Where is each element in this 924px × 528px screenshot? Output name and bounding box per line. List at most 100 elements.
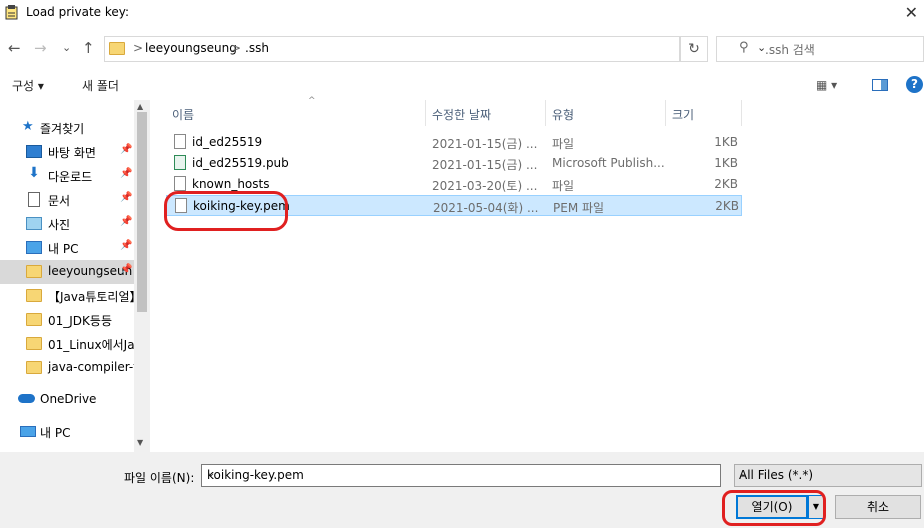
sidebar-item-label: OneDrive — [40, 392, 97, 406]
pin-icon[interactable]: 📌 — [120, 168, 132, 179]
folder-icon — [26, 313, 42, 326]
sidebar-item-onedrive[interactable]: OneDrive — [0, 388, 134, 412]
column-header-label: 유형 — [552, 108, 575, 122]
command-toolbar: 구성 ▾ 새 폴더 ▦ ▾ ? — [0, 68, 924, 100]
publisher-file-icon — [174, 155, 186, 170]
pin-icon[interactable]: 📌 — [120, 216, 132, 227]
column-header-name[interactable]: 이름 ^ — [166, 96, 426, 126]
up-arrow-icon[interactable]: ↑ — [82, 38, 95, 58]
pin-icon[interactable]: 📌 — [120, 144, 132, 155]
filename-field[interactable]: koiking-key.pem ⌄ — [201, 464, 721, 487]
file-size: 2KB — [714, 177, 738, 191]
file-size: 2KB — [715, 199, 739, 213]
folder-icon — [26, 337, 42, 350]
column-header-size[interactable]: 크기 — [666, 100, 742, 126]
column-header-type[interactable]: 유형 — [546, 100, 666, 126]
file-size: 1KB — [714, 156, 738, 170]
column-header-date[interactable]: 수정한 날짜 — [426, 100, 546, 126]
pin-icon[interactable]: 📌 — [120, 264, 132, 275]
file-type: 파일 — [552, 137, 575, 151]
forward-arrow-icon[interactable]: → — [34, 38, 47, 58]
sidebar-item-label: 바탕 화면 — [48, 146, 96, 160]
search-icon: ⚲ — [739, 40, 749, 55]
close-icon[interactable]: ✕ — [905, 3, 918, 22]
file-icon — [174, 176, 186, 191]
file-name: known_hosts — [192, 177, 270, 191]
file-date: 2021-03-20(토) ... — [432, 179, 538, 193]
search-input[interactable]: .ssh 검색 — [765, 41, 815, 58]
file-type-filter[interactable]: All Files (*.*) ⌄ — [734, 464, 922, 487]
breadcrumb-separator[interactable]: > — [231, 41, 241, 55]
sidebar-item-label: 사진 — [48, 218, 71, 232]
sidebar-item-label: 문서 — [48, 194, 71, 208]
file-row[interactable]: id_ed25519 2021-01-15(금) ... 파일 1KB — [166, 132, 742, 153]
organize-button[interactable]: 구성 ▾ — [12, 77, 44, 94]
folder-icon — [26, 265, 42, 278]
file-row[interactable]: id_ed25519.pub 2021-01-15(금) ... Microso… — [166, 153, 742, 174]
star-icon: ★ — [22, 119, 34, 134]
breadcrumb-leeyoungseung[interactable]: leeyoungseung — [145, 41, 237, 55]
scroll-down-icon[interactable]: ▼ — [137, 438, 143, 447]
file-date: 2021-01-15(금) ... — [432, 158, 538, 172]
sidebar-item-java-tutorial[interactable]: 【Java튜토리얼】 — [0, 284, 134, 308]
sidebar-item-java-compiler[interactable]: java-compiler-te — [0, 356, 134, 380]
sort-ascending-icon: ^ — [308, 96, 316, 106]
column-header-label: 이름 — [172, 108, 195, 122]
column-header-label: 수정한 날짜 — [432, 108, 492, 122]
cancel-button[interactable]: 취소 — [835, 495, 921, 519]
folder-icon — [26, 361, 42, 374]
sidebar-item-pictures[interactable]: 사진 📌 — [0, 212, 134, 236]
new-folder-button[interactable]: 새 폴더 — [82, 77, 119, 94]
pc-icon — [26, 241, 42, 254]
scroll-up-icon[interactable]: ▲ — [137, 102, 143, 111]
sidebar-item-downloads[interactable]: ⬇ 다운로드 📌 — [0, 164, 134, 188]
breadcrumb-ssh[interactable]: .ssh — [245, 41, 269, 55]
sidebar-item-documents[interactable]: 문서 📌 — [0, 188, 134, 212]
help-icon[interactable]: ? — [906, 76, 923, 93]
chevron-down-icon[interactable]: ⌄ — [207, 468, 716, 479]
breadcrumb-separator[interactable]: > — [133, 41, 143, 55]
scrollbar-thumb[interactable] — [137, 112, 147, 312]
sidebar-item-linux-java[interactable]: 01_Linux에서Jav — [0, 332, 134, 356]
pin-icon[interactable]: 📌 — [120, 192, 132, 203]
change-view-icon[interactable]: ▦ ▾ — [816, 78, 837, 92]
sidebar-item-quick-access[interactable]: ★ 즐겨찾기 — [0, 116, 134, 140]
filename-label: 파일 이름(N): — [124, 471, 195, 485]
column-header-label: 크기 — [672, 108, 695, 122]
download-icon: ⬇ — [28, 165, 40, 181]
file-type: PEM 파일 — [553, 201, 605, 215]
sidebar-item-leeyoungseung[interactable]: leeyoungseun 📌 — [0, 260, 134, 284]
cloud-icon — [18, 394, 35, 403]
document-icon — [28, 192, 40, 207]
file-date: 2021-01-15(금) ... — [432, 137, 538, 151]
chevron-down-icon[interactable]: ⌄ — [739, 468, 917, 479]
pictures-icon — [26, 217, 42, 230]
file-name: id_ed25519.pub — [192, 156, 289, 170]
sidebar-item-label: 내 PC — [40, 426, 71, 440]
back-arrow-icon[interactable]: ← — [8, 38, 21, 58]
sidebar-item-label: 01_Linux에서Jav — [48, 338, 134, 352]
sidebar-item-desktop[interactable]: 바탕 화면 📌 — [0, 140, 134, 164]
window-title: Load private key: — [26, 5, 130, 19]
navigation-bar: ← → ⌄ ↑ > leeyoungseung > .ssh ⌄ ↻ ⚲ .ss… — [0, 30, 924, 66]
sidebar-scrollbar[interactable]: ▲ ▼ — [134, 100, 150, 452]
pin-icon[interactable]: 📌 — [120, 240, 132, 251]
refresh-button[interactable]: ↻ — [680, 36, 708, 62]
preview-pane-icon[interactable] — [872, 79, 888, 91]
file-list: 이름 ^ 수정한 날짜 유형 크기 id_ed25519 2021-01-15(… — [150, 96, 924, 452]
sidebar-item-label: 【Java튜토리얼】 — [48, 290, 134, 304]
folder-icon — [26, 289, 42, 302]
sidebar-item-this-pc-pinned[interactable]: 내 PC 📌 — [0, 236, 134, 260]
recent-locations-icon[interactable]: ⌄ — [62, 38, 71, 58]
sidebar-item-jdk[interactable]: 01_JDK등등 — [0, 308, 134, 332]
sidebar-item-this-pc[interactable]: 내 PC — [0, 420, 134, 444]
desktop-icon — [26, 145, 42, 158]
file-icon — [174, 134, 186, 149]
file-type: 파일 — [552, 179, 575, 193]
search-box[interactable]: ⚲ .ssh 검색 — [716, 36, 924, 62]
sidebar-item-label: 내 PC — [48, 242, 79, 256]
file-size: 1KB — [714, 135, 738, 149]
dialog-footer: 파일 이름(N): koiking-key.pem ⌄ All Files (*… — [0, 452, 924, 528]
red-highlight-annotation — [722, 490, 826, 526]
address-bar[interactable]: > leeyoungseung > .ssh ⌄ — [104, 36, 766, 62]
